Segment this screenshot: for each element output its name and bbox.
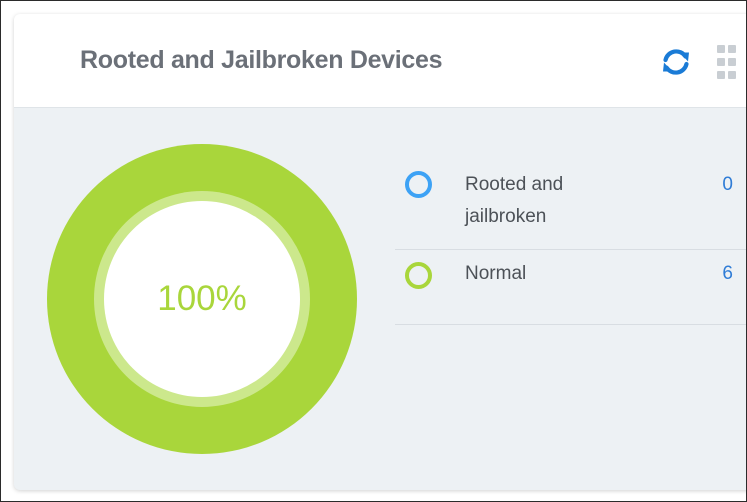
legend-item-normal[interactable]: Normal 6	[395, 250, 746, 325]
screenshot-frame: Rooted and Jailbroken Devices 100% Roote…	[0, 0, 747, 502]
grip-dot	[717, 58, 725, 66]
grip-icon[interactable]	[717, 45, 745, 79]
widget-header: Rooted and Jailbroken Devices	[14, 14, 746, 108]
widget-title: Rooted and Jailbroken Devices	[80, 46, 443, 74]
grip-dot	[728, 58, 736, 66]
legend-count[interactable]: 0	[722, 169, 733, 201]
donut-svg	[47, 144, 357, 454]
grip-dot	[728, 71, 736, 79]
grip-dot	[717, 45, 725, 53]
legend-label: Rooted and jailbroken	[465, 174, 564, 227]
grip-dot	[728, 45, 736, 53]
grip-dot	[717, 71, 725, 79]
rooted-jailbroken-widget: Rooted and Jailbroken Devices 100% Roote…	[14, 14, 746, 490]
legend-label: Normal	[465, 263, 527, 284]
legend-count[interactable]: 6	[722, 258, 733, 290]
legend: Rooted and jailbroken 0 Normal 6	[395, 161, 746, 325]
refresh-button[interactable]	[658, 44, 694, 80]
legend-item-rooted[interactable]: Rooted and jailbroken 0	[395, 161, 746, 250]
rooted-ring-icon	[405, 171, 432, 198]
refresh-icon	[663, 49, 689, 75]
donut-chart: 100%	[47, 144, 357, 454]
donut-center	[104, 201, 300, 397]
normal-ring-icon	[405, 262, 432, 289]
